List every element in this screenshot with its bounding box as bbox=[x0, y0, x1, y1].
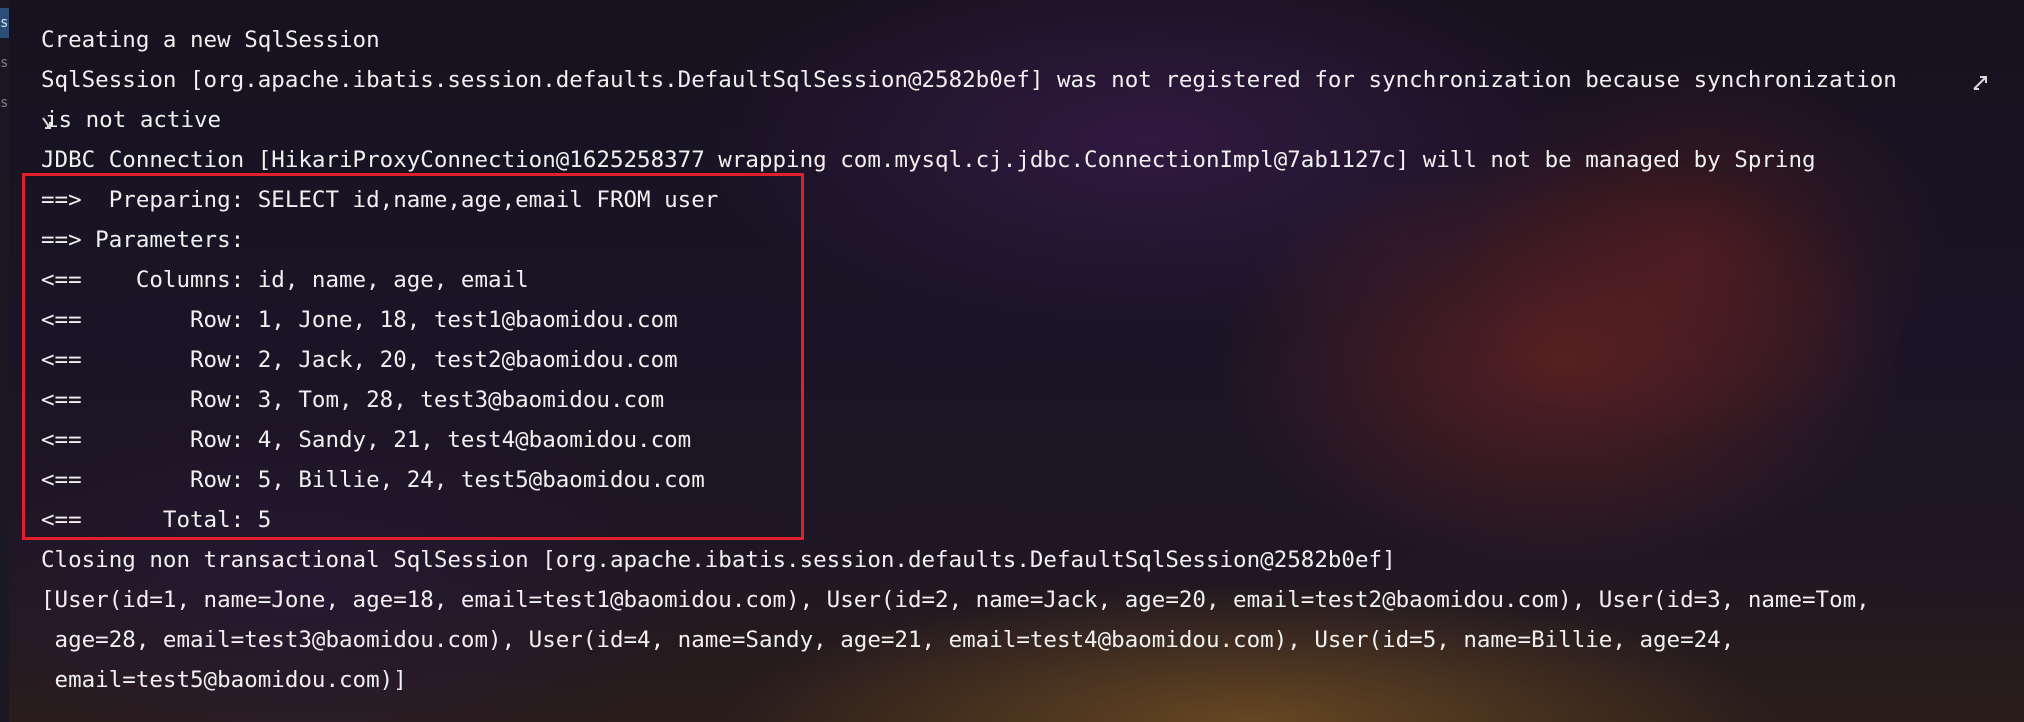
left-gutter: s s s bbox=[0, 0, 9, 722]
log-line: Closing non transactional SqlSession [or… bbox=[41, 547, 1396, 573]
log-line: Creating a new SqlSession bbox=[41, 27, 380, 53]
soft-wrap-arrow-icon bbox=[1970, 72, 1992, 99]
result-list-line: email=test5@baomidou.com)] bbox=[41, 667, 407, 693]
log-line: SqlSession [org.apache.ibatis.session.de… bbox=[41, 67, 1897, 93]
gutter-marker[interactable]: s bbox=[0, 88, 9, 118]
soft-wrap-continuation-icon bbox=[40, 112, 54, 139]
result-list-line: age=28, email=test3@baomidou.com), User(… bbox=[41, 627, 1735, 653]
gutter-marker[interactable]: s bbox=[0, 48, 9, 78]
gutter-marker[interactable]: s bbox=[0, 8, 9, 38]
result-list-line: [User(id=1, name=Jone, age=18, email=tes… bbox=[41, 587, 1870, 613]
log-line: is not active bbox=[45, 107, 222, 133]
sql-log-highlight-box bbox=[22, 173, 804, 540]
terminal-output-panel[interactable]: s s s Creating a new SqlSession SqlSessi… bbox=[0, 0, 2024, 722]
